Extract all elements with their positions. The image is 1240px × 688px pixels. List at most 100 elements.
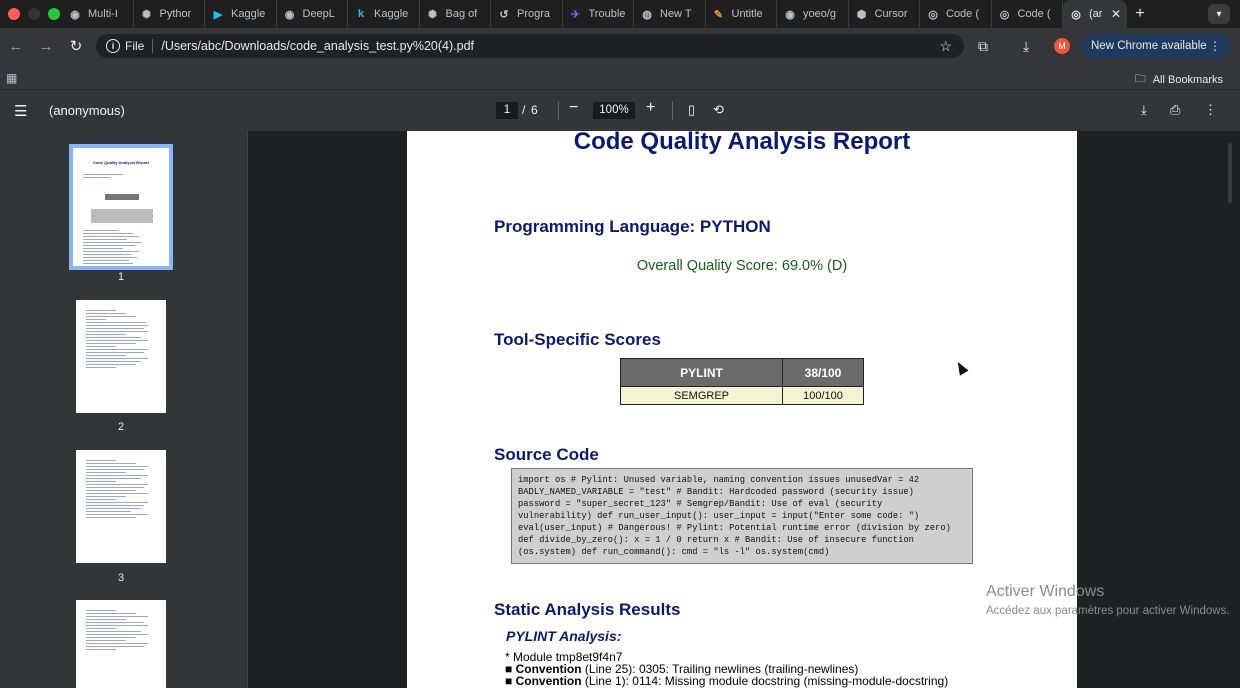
thumbnail-text-line xyxy=(83,177,111,178)
apps-grid-icon[interactable]: ▦ xyxy=(6,71,17,85)
scrollbar[interactable] xyxy=(1228,143,1232,203)
kebab-menu-icon[interactable]: ⋮ xyxy=(1209,39,1221,53)
browser-tab[interactable]: ◉ DeepL xyxy=(277,0,348,28)
browser-tab[interactable]: ✈ Trouble xyxy=(563,0,634,28)
thumbnail-text-line xyxy=(83,257,137,258)
forward-button[interactable]: → xyxy=(31,38,61,55)
page-number-input[interactable]: 1 xyxy=(496,102,518,119)
tab-label: DeepL xyxy=(302,8,335,20)
minimize-window-button[interactable] xyxy=(28,8,40,20)
zoom-in-button[interactable]: + xyxy=(646,99,655,117)
thumbnail-text-line xyxy=(86,463,136,464)
document-title: (anonymous) xyxy=(49,103,125,118)
page-total: 6 xyxy=(531,103,538,117)
downloads-button[interactable]: ⤓ xyxy=(1023,34,1029,58)
thumbnail-text-line xyxy=(86,505,144,506)
extensions-button[interactable]: ⧉ xyxy=(978,34,988,58)
thumbnail-text-line xyxy=(86,349,148,350)
browser-tab[interactable]: ▶ Kaggle xyxy=(205,0,277,28)
browser-tab[interactable]: ⬢ Cursor xyxy=(849,0,920,28)
language-heading: Programming Language: PYTHON xyxy=(494,217,771,236)
thumbnail-text-line xyxy=(83,239,127,240)
browser-tab[interactable]: ✺ Bag of xyxy=(420,0,491,28)
browser-tab[interactable]: ↺ Progra xyxy=(491,0,563,28)
square-bullet-icon: ■ xyxy=(505,674,513,688)
quality-score: Overall Quality Score: 69.0% (D) xyxy=(407,258,1077,274)
profile-button[interactable]: M xyxy=(1054,34,1070,58)
thumbnail-text-line xyxy=(83,254,131,255)
table-cell: PYLINT xyxy=(620,358,783,387)
browser-tab[interactable]: ◉ Multi-I xyxy=(62,0,134,28)
zoom-input[interactable]: 100% xyxy=(593,102,635,119)
table-header-row: PYLINT 38/100 xyxy=(620,358,864,387)
thumbnail-text-line xyxy=(83,248,123,249)
tab-label: yoeo/g xyxy=(803,8,837,20)
page-thumbnail-2[interactable] xyxy=(76,300,166,413)
page-thumbnail-4[interactable] xyxy=(76,600,166,688)
thumbnail-number: 2 xyxy=(117,421,125,433)
thumbnail-text-line xyxy=(83,174,123,175)
browser-tab[interactable]: ✺ Pythor xyxy=(134,0,205,28)
update-chrome-button[interactable]: New Chrome available ⋮ xyxy=(1082,34,1230,58)
rotate-icon[interactable]: ⟲ xyxy=(713,102,724,118)
download-icon[interactable]: ⤓ xyxy=(1141,102,1147,118)
thumbnail-text-line xyxy=(86,613,136,614)
browser-tab[interactable]: ✎ Untitle xyxy=(706,0,777,28)
tab-label: Bag of xyxy=(445,8,478,20)
github-icon: ◉ xyxy=(70,8,80,21)
thumbnail-text-line xyxy=(86,514,148,515)
browser-tab[interactable]: k Kaggle xyxy=(348,0,420,28)
bookmark-star-icon[interactable]: ☆ xyxy=(939,38,952,55)
page-thumbnail-1[interactable]: Code Quality Analysis Report xyxy=(69,144,173,270)
browser-tab[interactable]: ◎ Code ( xyxy=(920,0,992,28)
thumbnail-text-line xyxy=(86,619,126,620)
hamburger-menu-icon[interactable]: ☰ xyxy=(14,102,27,120)
browser-tab-active[interactable]: ◎ (ar ✕ xyxy=(1063,0,1127,28)
tab-label: Kaggle xyxy=(374,8,409,20)
thumbnail-text-line xyxy=(86,460,116,461)
maximize-window-button[interactable] xyxy=(48,8,60,20)
browser-tab[interactable]: ◍ New T xyxy=(634,0,706,28)
thumbnail-text-line xyxy=(86,346,116,347)
address-bar[interactable]: i File /Users/abc/Downloads/code_analysi… xyxy=(96,34,964,58)
close-window-button[interactable] xyxy=(8,8,20,20)
result-line: ■ Convention (Line 1): 0114: Missing mod… xyxy=(505,674,948,688)
more-options-icon[interactable]: ⋮ xyxy=(1204,102,1217,118)
avatar: M xyxy=(1054,38,1070,54)
tab-label: Cursor xyxy=(874,8,908,20)
all-bookmarks-label: All Bookmarks xyxy=(1152,73,1223,86)
back-button[interactable]: ← xyxy=(1,38,31,55)
fit-page-icon[interactable]: ▯ xyxy=(688,102,695,118)
print-icon[interactable]: ⎙ xyxy=(1170,102,1180,118)
puzzle-icon: ⧉ xyxy=(978,37,988,54)
thumbnail-text-line xyxy=(86,643,148,644)
thumbnail-text-line xyxy=(86,499,116,500)
thumbnail-text-line xyxy=(86,487,144,488)
thumbnail-text-line xyxy=(86,484,148,485)
thumbnail-text-line xyxy=(86,517,136,518)
new-tab-button[interactable]: + xyxy=(1127,5,1153,23)
thumbnail-text-line xyxy=(86,493,148,494)
browser-tab[interactable]: ◎ Code ( xyxy=(992,0,1063,28)
tab-label: Untitle xyxy=(731,8,763,20)
thumbnail-text-line xyxy=(83,260,129,261)
static-analysis-heading: Static Analysis Results xyxy=(494,600,681,619)
tab-label: Code ( xyxy=(1017,8,1051,20)
thumbnail-text-line xyxy=(86,466,148,467)
source-code-block: import os # Pylint: Unused variable, nam… xyxy=(511,468,973,564)
info-icon[interactable]: i xyxy=(106,39,120,53)
url-text[interactable]: /Users/abc/Downloads/code_analysis_test.… xyxy=(161,39,474,53)
reload-button[interactable]: ↻ xyxy=(61,37,91,55)
all-bookmarks-button[interactable]: 🗀 All Bookmarks xyxy=(1135,70,1223,89)
toolbar-divider xyxy=(558,101,559,120)
tab-search-button[interactable]: ▾ xyxy=(1208,4,1230,24)
close-tab-icon[interactable]: ✕ xyxy=(1111,7,1121,21)
page-thumbnail-3[interactable] xyxy=(76,450,166,563)
thumbnail-text-line xyxy=(86,355,126,356)
thumbnail-sidebar[interactable]: Code Quality Analysis Report 1 2 3 xyxy=(0,131,248,688)
tab-label: Code ( xyxy=(946,8,980,20)
zoom-out-button[interactable]: − xyxy=(569,99,578,117)
browser-tab[interactable]: ◉ yoeo/g xyxy=(777,0,849,28)
thumbnail-text-line xyxy=(86,625,148,626)
table-cell: 38/100 xyxy=(782,358,864,387)
